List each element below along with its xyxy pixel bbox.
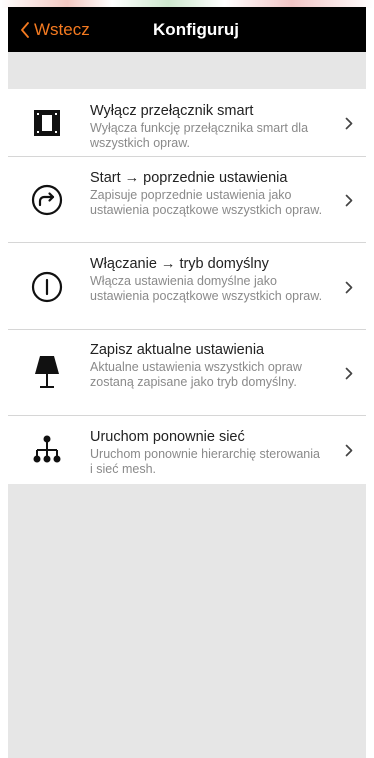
list-item-disable-smart-switch[interactable]: Wyłącz przełącznik smart Wyłącza funkcję… <box>8 89 366 157</box>
chevron-right-icon <box>344 280 354 294</box>
list-item-text: Zapisz aktualne ustawienia Aktualne usta… <box>90 341 326 390</box>
list-item-title: Start → poprzednie ustawienia <box>90 170 288 186</box>
list-item-save-current-settings[interactable]: Zapisz aktualne ustawienia Aktualne usta… <box>8 330 366 416</box>
list-item-text: Start → poprzednie ustawienia Zapisuje p… <box>90 169 326 218</box>
list-item-text: Wyłącz przełącznik smart Wyłącza funkcję… <box>90 102 326 151</box>
list-item-description: Włącza ustawienia domyślne jako ustawien… <box>90 274 323 303</box>
mesh-network-icon <box>30 432 64 466</box>
list-item-description: Uruchom ponownie hierarchię sterowania i… <box>90 447 320 476</box>
list-item-restart-network[interactable]: Uruchom ponownie sieć Uruchom ponownie h… <box>8 416 366 484</box>
chevron-right-icon <box>344 366 354 380</box>
chevron-right-icon <box>344 116 354 130</box>
page-title: Konfiguruj <box>153 19 239 39</box>
list-item-text: Uruchom ponownie sieć Uruchom ponownie h… <box>90 428 326 477</box>
lamp-icon <box>30 355 64 389</box>
switch-square-icon <box>30 106 64 140</box>
section-spacer <box>8 52 366 89</box>
list-item-text: Włączanie → tryb domyślny Włącza ustawie… <box>90 255 326 304</box>
list-item-description: Zapisuje poprzednie ustawienia jako usta… <box>90 188 323 217</box>
list-item-title: Wyłącz przełącznik smart <box>90 103 254 119</box>
list-item-description: Wyłącza funkcję przełącznika smart dla w… <box>90 121 309 150</box>
chevron-right-icon <box>344 193 354 207</box>
list-item-title: Włączanie → tryb domyślny <box>90 256 269 272</box>
list-item-power-on-default[interactable]: Włączanie → tryb domyślny Włącza ustawie… <box>8 243 366 330</box>
list-item-start-previous-settings[interactable]: Start → poprzednie ustawienia Zapisuje p… <box>8 157 366 243</box>
settings-list: Wyłącz przełącznik smart Wyłącza funkcję… <box>8 89 366 484</box>
chevron-right-icon <box>344 443 354 457</box>
app-screen: Wstecz Konfiguruj Wyłącz przełącznik sma… <box>8 7 366 758</box>
list-item-description: Aktualne ustawienia wszystkich opraw zos… <box>90 360 302 389</box>
navigation-bar: Wstecz Konfiguruj <box>8 7 366 52</box>
redo-arrow-circle-icon <box>30 183 64 217</box>
list-item-title: Zapisz aktualne ustawienia <box>90 342 265 358</box>
list-item-title: Uruchom ponownie sieć <box>90 429 245 445</box>
power-circle-icon <box>30 270 64 304</box>
